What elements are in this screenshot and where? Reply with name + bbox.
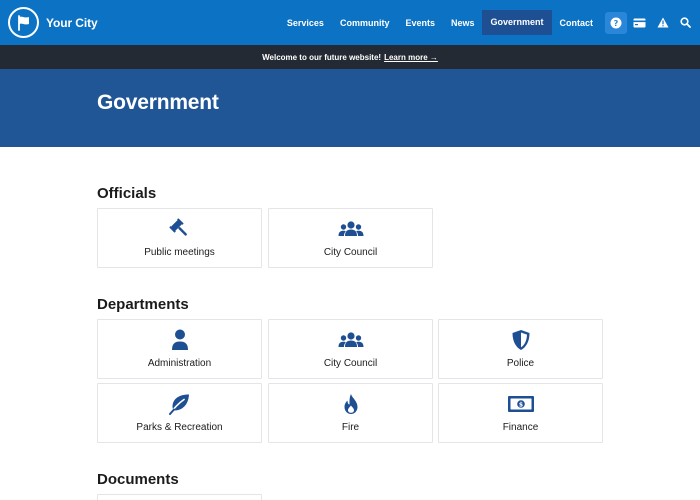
card-label: Police (506, 358, 535, 369)
nav-menu: Services Community Events News Governmen… (279, 0, 700, 45)
card-label: Parks & Recreation (136, 422, 223, 433)
alert-icon[interactable] (651, 11, 674, 34)
card-label: City Council (323, 358, 378, 369)
card-label: Finance (502, 422, 539, 433)
card-city-council-officials[interactable]: City Council (268, 208, 433, 268)
card-fire[interactable]: Fire (268, 383, 433, 443)
card-administration[interactable]: Administration (97, 319, 262, 379)
page-hero: Government (0, 69, 700, 147)
search-icon[interactable] (674, 11, 697, 34)
svg-text:$: $ (518, 401, 522, 408)
card-public-meetings[interactable]: Public meetings (97, 208, 262, 268)
officials-heading: Officials (97, 185, 157, 202)
brand-link[interactable]: Your City (8, 0, 98, 45)
flag-icon (8, 7, 39, 38)
card-documents-partial[interactable] (97, 494, 262, 500)
gavel-icon (98, 218, 261, 240)
departments-heading: Departments (97, 296, 189, 313)
svg-text:?: ? (614, 19, 619, 28)
money-icon: $ (439, 393, 602, 415)
person-icon (98, 329, 261, 351)
card-finance[interactable]: $ Finance (438, 383, 603, 443)
card-parks-recreation[interactable]: Parks & Recreation (97, 383, 262, 443)
nav-link-community[interactable]: Community (332, 11, 398, 35)
people-icon (269, 218, 432, 240)
brand-name: Your City (46, 15, 98, 30)
card-police[interactable]: Police (438, 319, 603, 379)
nav-link-news[interactable]: News (443, 11, 483, 35)
shield-icon (439, 329, 602, 351)
flame-icon (269, 393, 432, 415)
nav-icon-group: ? (605, 11, 697, 34)
card-label: Administration (147, 358, 212, 369)
top-navigation: Your City Services Community Events News… (0, 0, 700, 45)
card-label: City Council (323, 247, 378, 258)
nav-link-services[interactable]: Services (279, 11, 332, 35)
banner-text: Welcome to our future website! (262, 52, 382, 62)
card-label: Fire (341, 422, 360, 433)
people-icon (269, 329, 432, 351)
leaf-icon (98, 393, 261, 415)
card-label: Public meetings (144, 247, 215, 258)
learn-more-link[interactable]: Learn more → (384, 53, 438, 62)
help-icon[interactable]: ? (605, 11, 627, 34)
card-city-council[interactable]: City Council (268, 319, 433, 379)
documents-heading: Documents (97, 471, 179, 488)
announcement-banner: Welcome to our future website! Learn mor… (0, 45, 700, 69)
nav-link-government[interactable]: Government (482, 10, 552, 35)
nav-link-contact[interactable]: Contact (552, 11, 602, 35)
page-title: Government (97, 91, 219, 114)
card-icon[interactable] (628, 11, 651, 34)
nav-link-events[interactable]: Events (397, 11, 443, 35)
